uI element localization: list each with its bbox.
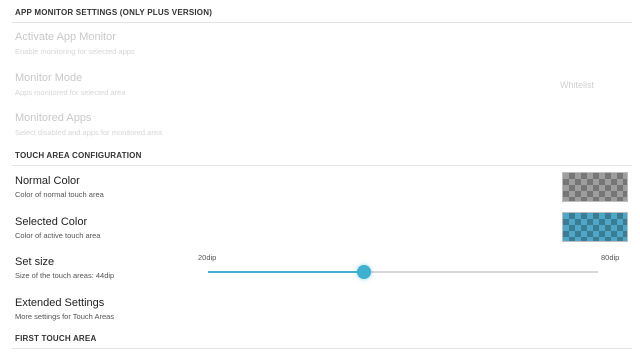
pref-summary: More settings for Touch Areas: [15, 312, 115, 321]
slider-max-label: 80dip: [601, 253, 620, 262]
pref-title: Monitor Mode: [15, 72, 83, 84]
pref-title: Extended Settings: [15, 297, 105, 309]
selected-color-swatch[interactable]: [562, 212, 628, 242]
pref-title: Monitored Apps: [15, 112, 92, 124]
divider: [12, 348, 632, 349]
pref-summary: Enable monitoring for selected apps: [15, 47, 135, 56]
pref-summary: Select disabled and apps for monitored a…: [15, 128, 163, 137]
divider: [12, 22, 632, 23]
section-header-app-monitor: APP MONITOR SETTINGS (ONLY PLUS VERSION): [15, 8, 213, 17]
pref-title: Activate App Monitor: [15, 31, 116, 43]
slider-thumb[interactable]: [357, 265, 371, 279]
normal-color-swatch[interactable]: [562, 172, 628, 202]
size-slider[interactable]: [208, 265, 598, 279]
pref-value: Whitelist: [560, 80, 595, 90]
pref-summary: Color of normal touch area: [15, 190, 104, 199]
slider-min-label: 20dip: [198, 253, 217, 262]
pref-title: Selected Color: [15, 216, 88, 228]
section-header-touch-area: TOUCH AREA CONFIGURATION: [15, 151, 142, 160]
pref-title: Normal Color: [15, 175, 80, 187]
slider-fill: [208, 271, 364, 273]
pref-title: Set size: [15, 256, 55, 268]
pref-summary: Size of the touch areas: 44dip: [15, 271, 115, 280]
pref-summary: Apps monitored for selected area: [15, 88, 126, 97]
section-header-first-touch-area: FIRST TOUCH AREA: [15, 334, 97, 343]
pref-summary: Color of active touch area: [15, 231, 101, 240]
divider: [12, 165, 632, 166]
